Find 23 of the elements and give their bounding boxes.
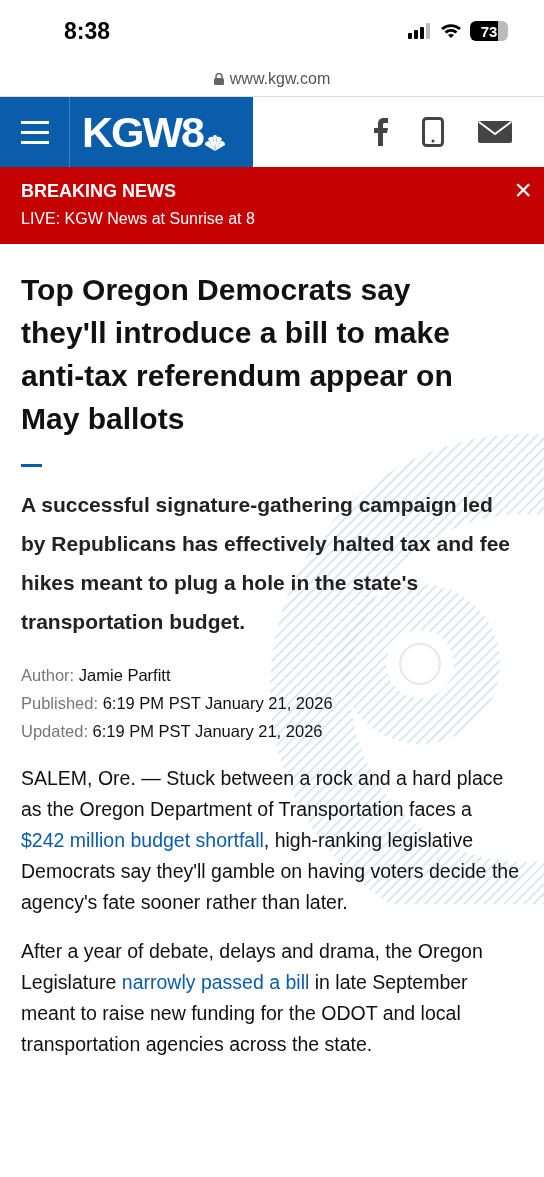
article-paragraph: After a year of debate, delays and drama, the Oregon Legislature narrowly passed a bill in late September meant to raise new funding for the ODOT and local transportation agencies across the state.: [21, 939, 484, 1057]
byline-detail: Published: 6:19 PM PST January 21, 2026: [21, 693, 334, 714]
battery-level: 73: [470, 21, 508, 41]
breaking-news-link[interactable]: LIVE: KGW News at Sunrise at 8: [21, 210, 523, 228]
byline-detail: Updated: 6:19 PM PST January 21, 2026: [21, 721, 324, 742]
peacock-icon: [203, 135, 227, 151]
menu-icon: [20, 120, 49, 144]
article-paragraph: SALEM, Ore. — Stuck between a rock and a hard place as the Oregon Department of Transportation faces a $242 million budget shortfall, high-ranking legislative Democrats say they'll gamble on having voters decide the agency's fate sooner rather than later.: [21, 766, 520, 915]
wifi-icon: [440, 23, 462, 39]
close-button[interactable]: ×: [514, 175, 532, 205]
signal-icon: [408, 23, 432, 39]
article-link[interactable]: narrowly passed a bill: [121, 971, 310, 993]
article-headline: Top Oregon Democrats say they'll introduce a bill to make anti-tax referendum appear on May ballots: [21, 272, 454, 437]
lock-icon: [213, 73, 224, 85]
facebook-icon[interactable]: [374, 118, 388, 146]
article-link[interactable]: $242 million budget shortfall: [21, 829, 264, 851]
address-url[interactable]: www.kgw.com: [229, 70, 331, 88]
byline-detail: Author: Jamie Parfitt: [21, 665, 172, 686]
mail-icon[interactable]: [478, 121, 512, 143]
breaking-news-title: BREAKING NEWS: [21, 181, 177, 202]
phone-icon[interactable]: [422, 117, 444, 147]
article-summary: A successful signature-gathering campaign led by Republicans has effectively halted tax and fee hikes meant to plug a hole in the state's transportation budget.: [21, 492, 511, 635]
status-time: 8:38: [64, 17, 111, 45]
